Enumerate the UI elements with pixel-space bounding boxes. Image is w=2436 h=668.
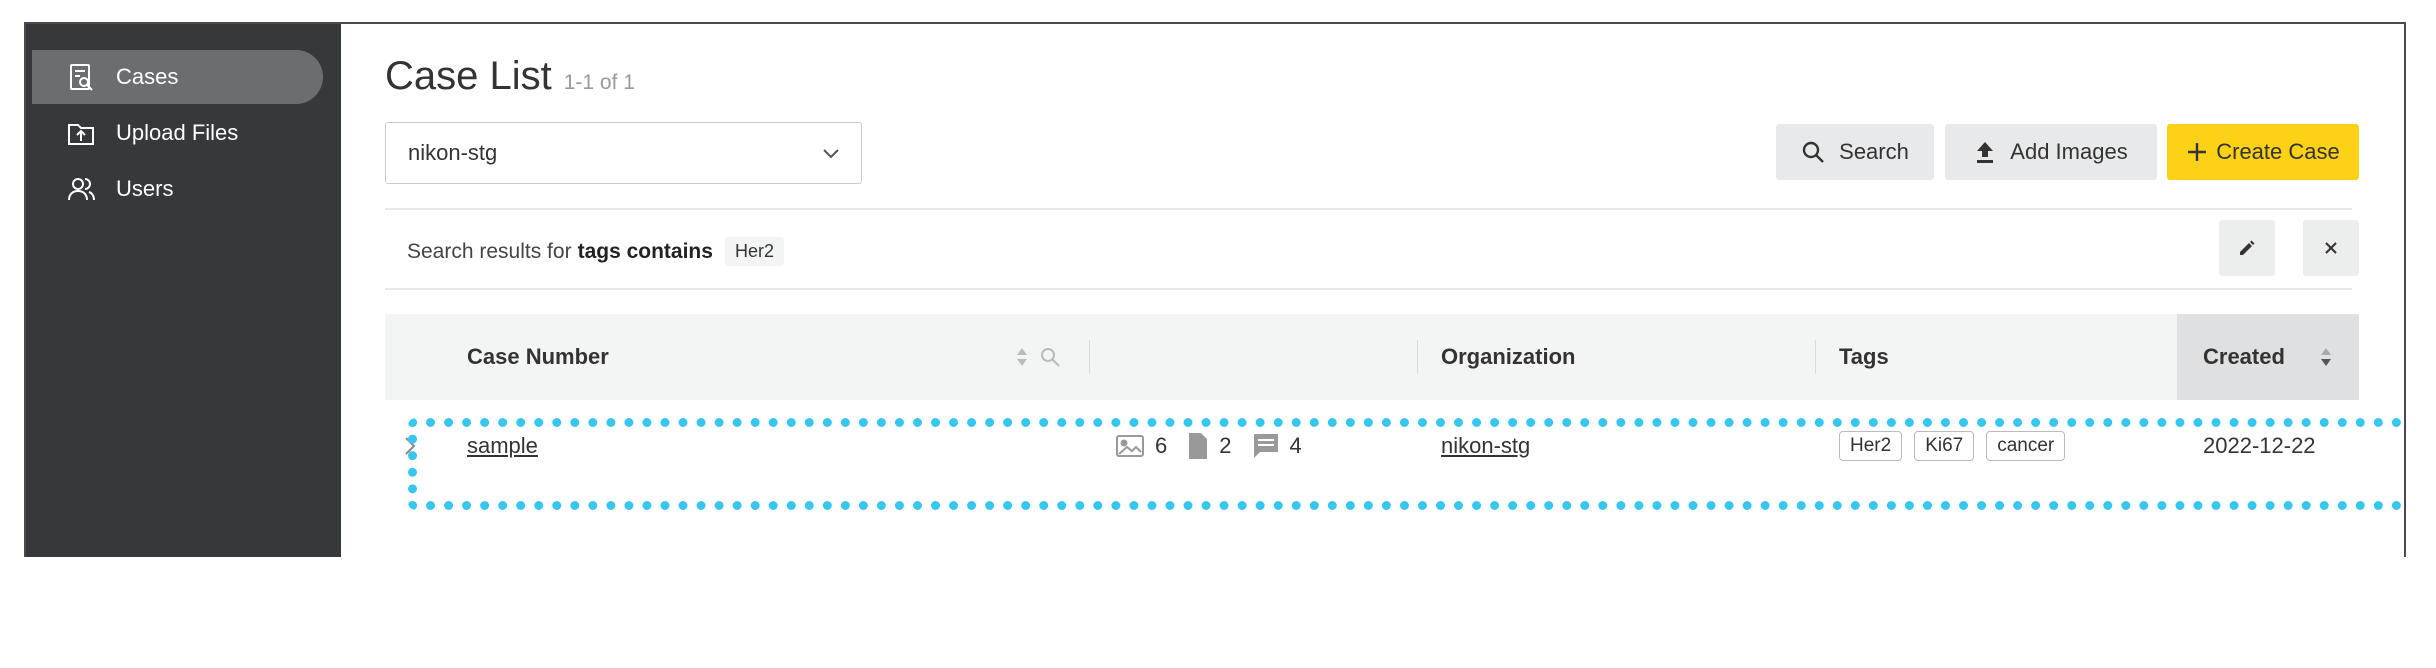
- sidebar-item-label: Users: [116, 176, 174, 201]
- comment-count: 4: [1252, 432, 1302, 460]
- clear-filter-button[interactable]: [2303, 220, 2359, 276]
- case-number-link[interactable]: sample: [467, 433, 538, 459]
- column-search-icon[interactable]: [1039, 346, 1061, 368]
- column-header-organization: Organization: [1441, 344, 1576, 369]
- sidebar: Cases Upload Files Users: [26, 24, 341, 557]
- users-icon: [66, 174, 96, 204]
- column-separator: [1089, 340, 1090, 374]
- filter-value-badge: Her2: [724, 237, 784, 266]
- column-header-case-number: Case Number: [467, 344, 609, 369]
- divider: [385, 288, 2352, 290]
- page-title: Case List 1-1 of 1: [385, 54, 635, 99]
- search-filter-summary: Search results for tags contains Her2: [407, 237, 784, 266]
- table-row[interactable]: sample 6 2 4 nikon-stg Her2 Ki67 cancer …: [385, 400, 2352, 492]
- chevron-right-icon: [405, 437, 416, 455]
- column-separator: [1815, 340, 1816, 374]
- case-stats: 6 2 4: [1115, 400, 1322, 492]
- file-count-value: 2: [1219, 433, 1232, 458]
- column-header-tags: Tags: [1839, 344, 1889, 369]
- created-date: 2022-12-22: [2203, 433, 2316, 458]
- plus-icon: [2188, 143, 2207, 161]
- search-button-label: Search: [1839, 139, 1909, 164]
- result-count: 1-1 of 1: [563, 71, 635, 94]
- search-button[interactable]: Search: [1776, 124, 1934, 180]
- add-images-button[interactable]: Add Images: [1945, 124, 2157, 180]
- sidebar-item-users[interactable]: Users: [32, 162, 323, 216]
- app-window: Cases Upload Files Users Case List 1-1 o…: [24, 22, 2406, 557]
- file-icon: [1189, 433, 1208, 459]
- sidebar-item-label: Upload Files: [116, 120, 239, 145]
- sidebar-item-upload-files[interactable]: Upload Files: [32, 106, 323, 160]
- image-icon: [1116, 435, 1144, 457]
- close-icon: [2325, 242, 2337, 254]
- add-images-button-label: Add Images: [2010, 139, 2128, 164]
- column-header-created: Created: [2203, 344, 2285, 369]
- chevron-down-icon: [823, 149, 839, 159]
- column-header-created-cell[interactable]: Created: [2177, 314, 2359, 400]
- expand-row-button[interactable]: [403, 400, 417, 492]
- upload-icon: [1977, 142, 1994, 163]
- create-case-button-label: Create Case: [2216, 139, 2340, 164]
- organization-select[interactable]: nikon-stg: [385, 122, 862, 184]
- organization-select-value: nikon-stg: [408, 140, 498, 165]
- image-count: 6: [1115, 433, 1167, 459]
- sort-icon[interactable]: [1015, 346, 1029, 368]
- cases-icon: [66, 62, 96, 92]
- tag-badge[interactable]: Her2: [1839, 431, 1903, 461]
- edit-filter-button[interactable]: [2219, 220, 2275, 276]
- table-header: Case Number Organization Tags Created: [385, 314, 2359, 400]
- page-title-text: Case List: [385, 54, 552, 98]
- tag-badge[interactable]: Ki67: [1914, 431, 1975, 461]
- tags-cell: Her2 Ki67 cancer: [1839, 400, 2077, 492]
- main-content: Case List 1-1 of 1 nikon-stg Search Add I…: [341, 24, 2404, 557]
- column-separator: [1417, 340, 1418, 374]
- filter-prefix: Search results for: [407, 239, 572, 263]
- comment-icon: [1253, 434, 1278, 458]
- file-count: 2: [1187, 431, 1232, 461]
- upload-files-icon: [66, 118, 96, 148]
- create-case-button[interactable]: Create Case: [2167, 124, 2359, 180]
- sidebar-item-cases[interactable]: Cases: [32, 50, 323, 104]
- search-icon: [1802, 141, 1824, 163]
- divider: [385, 208, 2352, 210]
- comment-count-value: 4: [1289, 433, 1302, 458]
- organization-link[interactable]: nikon-stg: [1441, 433, 1530, 459]
- pencil-icon: [2240, 240, 2255, 255]
- sort-desc-icon[interactable]: [2319, 346, 2333, 368]
- image-count-value: 6: [1155, 433, 1168, 458]
- sidebar-item-label: Cases: [116, 64, 179, 89]
- tag-badge[interactable]: cancer: [1986, 431, 2066, 461]
- filter-condition: tags contains: [577, 239, 713, 263]
